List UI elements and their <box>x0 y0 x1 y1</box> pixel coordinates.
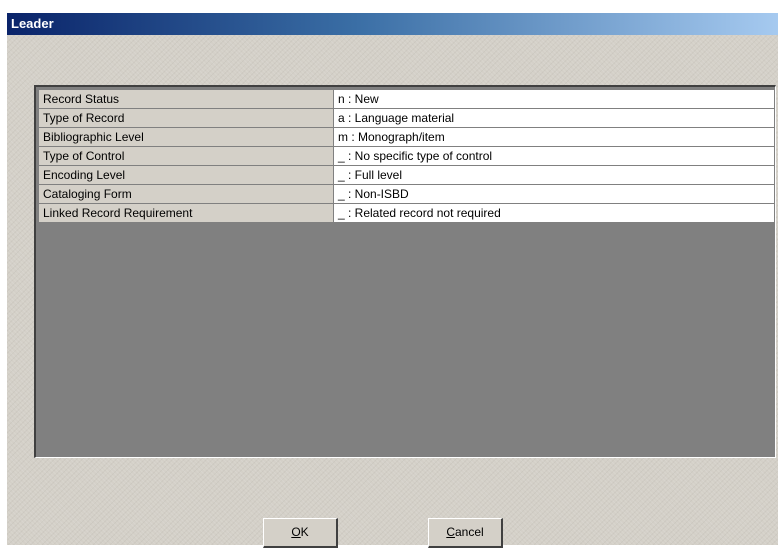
field-value[interactable]: _ : Related record not required <box>333 203 775 223</box>
table-row[interactable]: Type of Control _ : No specific type of … <box>38 146 775 166</box>
cancel-button-label: ancel <box>454 525 484 539</box>
ok-button-label: K <box>300 525 309 539</box>
cancel-button-mnemonic: C <box>446 525 455 539</box>
field-label: Type of Record <box>38 108 334 128</box>
table-row[interactable]: Record Status n : New <box>38 89 775 109</box>
field-value[interactable]: n : New <box>333 89 775 109</box>
table-row[interactable]: Bibliographic Level m : Monograph/item <box>38 127 775 147</box>
dialog-title: Leader <box>7 13 778 35</box>
ok-button-mnemonic: O <box>291 525 301 539</box>
field-value[interactable]: a : Language material <box>333 108 775 128</box>
field-label: Linked Record Requirement <box>38 203 334 223</box>
field-label: Record Status <box>38 89 334 109</box>
leader-table: Record Status n : New Type of Record a :… <box>38 89 775 223</box>
table-row[interactable]: Cataloging Form _ : Non-ISBD <box>38 184 775 204</box>
field-label: Bibliographic Level <box>38 127 334 147</box>
field-value[interactable]: _ : No specific type of control <box>333 146 775 166</box>
field-value[interactable]: _ : Non-ISBD <box>333 184 775 204</box>
field-value[interactable]: m : Monograph/item <box>333 127 775 147</box>
cancel-button[interactable]: Cancel <box>428 518 503 548</box>
table-row[interactable]: Type of Record a : Language material <box>38 108 775 128</box>
ok-button[interactable]: OK <box>263 518 338 548</box>
field-label: Cataloging Form <box>38 184 334 204</box>
table-row[interactable]: Linked Record Requirement _ : Related re… <box>38 203 775 223</box>
table-row[interactable]: Encoding Level _ : Full level <box>38 165 775 185</box>
leader-grid[interactable]: Record Status n : New Type of Record a :… <box>34 85 776 458</box>
leader-dialog: Leader Record Status n : New Type of Rec… <box>6 13 778 548</box>
field-label: Encoding Level <box>38 165 334 185</box>
field-value[interactable]: _ : Full level <box>333 165 775 185</box>
field-label: Type of Control <box>38 146 334 166</box>
